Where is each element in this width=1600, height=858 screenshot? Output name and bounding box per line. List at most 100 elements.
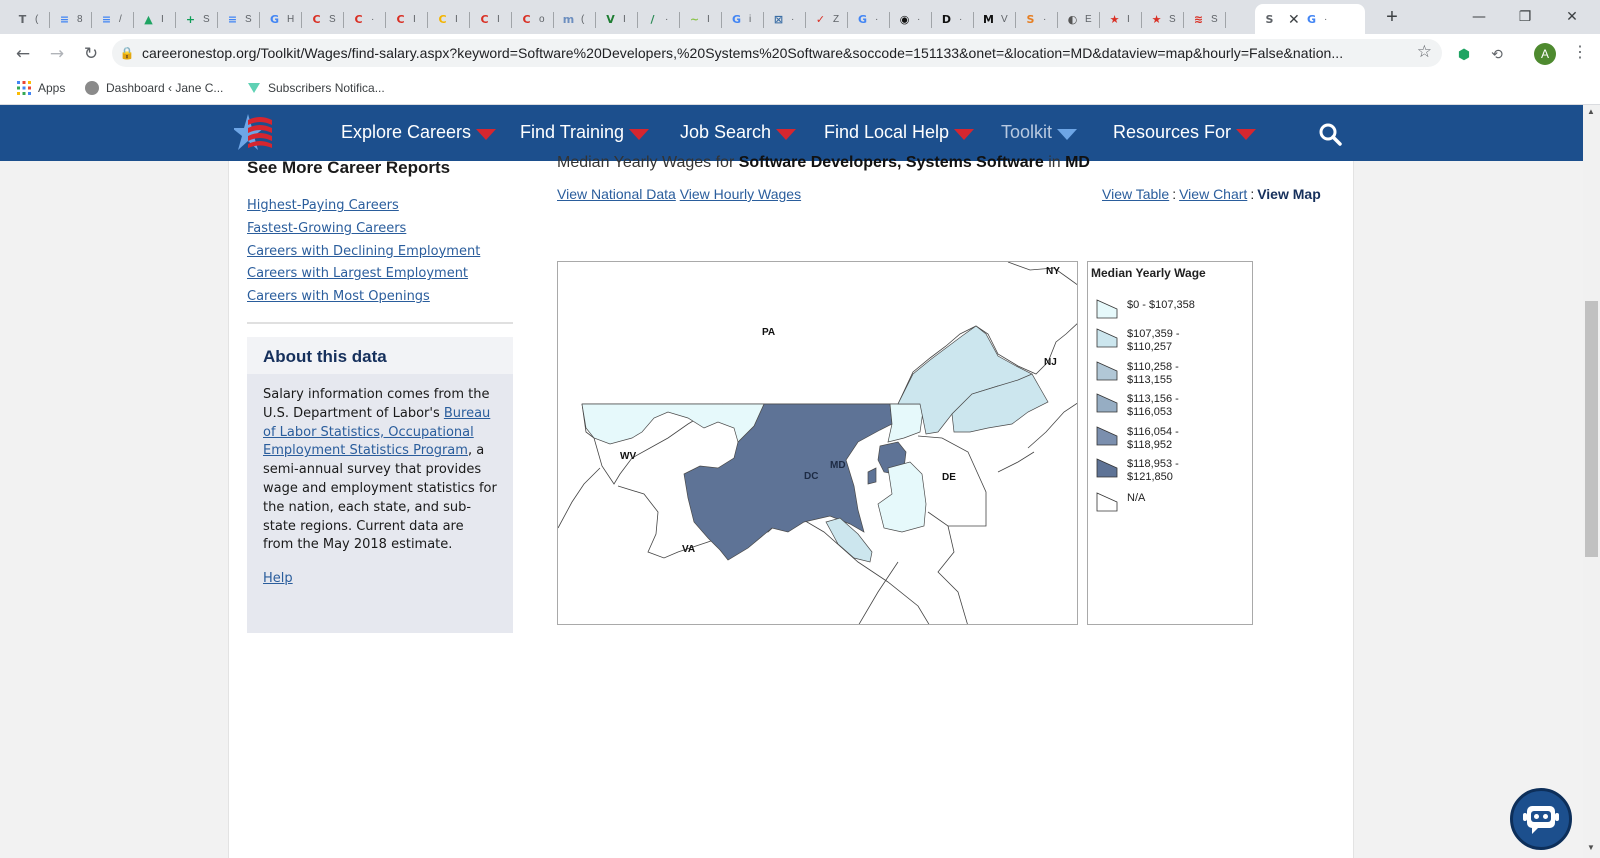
tab-favicon-icon: ⊠ bbox=[773, 12, 784, 26]
tab-19[interactable]: ✓ Z bbox=[806, 4, 848, 34]
tab-title: · bbox=[959, 13, 963, 25]
region-md-small[interactable] bbox=[867, 467, 877, 485]
url-text[interactable]: careeronestop.org/Toolkit/Wages/find-sal… bbox=[142, 45, 1392, 61]
tab-3[interactable]: ▲ I bbox=[134, 4, 176, 34]
link-largest-employment[interactable]: Careers with Largest Employment bbox=[247, 263, 480, 286]
refresh-extension-icon[interactable]: ⟲ bbox=[1487, 44, 1507, 64]
region-md-central[interactable] bbox=[683, 403, 893, 561]
label-wv: WV bbox=[620, 451, 636, 462]
maximize-button[interactable]: ❐ bbox=[1502, 4, 1548, 30]
page-scrollbar[interactable]: ▲ ▼ bbox=[1583, 105, 1600, 858]
tab-title: 8 bbox=[77, 13, 83, 25]
chatbot-button[interactable] bbox=[1510, 788, 1572, 850]
tab-title: S bbox=[329, 13, 336, 25]
back-arrow-icon[interactable]: ← bbox=[10, 41, 36, 67]
bookmark-apps[interactable]: Apps bbox=[16, 80, 65, 96]
tab-title: ( bbox=[581, 13, 585, 25]
wv-south bbox=[558, 467, 601, 529]
tab-9[interactable]: CI bbox=[386, 4, 428, 34]
tab-6[interactable]: GH bbox=[260, 4, 302, 34]
legend-swatch-4 bbox=[1096, 426, 1118, 446]
scroll-thumb[interactable] bbox=[1585, 301, 1598, 557]
reload-icon[interactable]: ↻ bbox=[78, 41, 104, 67]
nav-toolkit[interactable]: Toolkit bbox=[1001, 122, 1078, 143]
view-chart-link[interactable]: View Chart bbox=[1179, 186, 1247, 202]
tab-27[interactable]: ★ S bbox=[1142, 4, 1184, 34]
browser-menu-icon[interactable]: ⋮ bbox=[1572, 42, 1588, 62]
legend-item: $110,258 - $113,155 bbox=[1096, 361, 1179, 387]
search-icon[interactable] bbox=[1318, 122, 1342, 146]
tab-0[interactable]: T( bbox=[8, 4, 50, 34]
tab-12[interactable]: Co bbox=[512, 4, 554, 34]
profile-avatar[interactable]: A bbox=[1534, 43, 1556, 65]
tab-title: o bbox=[539, 13, 545, 25]
tab-23[interactable]: MV bbox=[974, 4, 1016, 34]
tab-title: S bbox=[203, 13, 210, 25]
about-data-box: About this data Salary information comes… bbox=[247, 337, 513, 633]
careeronestop-logo[interactable] bbox=[234, 112, 276, 154]
new-tab-button[interactable]: + bbox=[1380, 5, 1404, 29]
help-link[interactable]: Help bbox=[263, 570, 293, 589]
tab-5[interactable]: ≡ S bbox=[218, 4, 260, 34]
tab-google[interactable]: G · bbox=[1297, 4, 1343, 34]
tab-16[interactable]: ~ I bbox=[680, 4, 722, 34]
tab-8[interactable]: C · bbox=[344, 4, 386, 34]
tab-20[interactable]: G · bbox=[848, 4, 890, 34]
address-bar[interactable]: 🔒 careeronestop.org/Toolkit/Wages/find-s… bbox=[112, 39, 1442, 67]
view-table-link[interactable]: View Table bbox=[1102, 186, 1169, 202]
tab-28[interactable]: ≋ S bbox=[1184, 4, 1226, 34]
tab-24[interactable]: S · bbox=[1016, 4, 1058, 34]
tab-15[interactable]: / · bbox=[638, 4, 680, 34]
tab-title: S bbox=[1211, 13, 1218, 25]
link-declining-employment[interactable]: Careers with Declining Employment bbox=[247, 241, 480, 264]
tab-favicon-icon: ◉ bbox=[899, 12, 910, 26]
tab-21[interactable]: ◉ · bbox=[890, 4, 932, 34]
nav-find-training[interactable]: Find Training bbox=[520, 122, 650, 143]
nav-job-search[interactable]: Job Search bbox=[680, 122, 797, 143]
tab-11[interactable]: CI bbox=[470, 4, 512, 34]
tab-10[interactable]: CI bbox=[428, 4, 470, 34]
tab-favicon-icon: G bbox=[269, 12, 280, 26]
tab-26[interactable]: ★ I bbox=[1100, 4, 1142, 34]
tab-22[interactable]: D · bbox=[932, 4, 974, 34]
forward-arrow-icon[interactable]: → bbox=[44, 41, 70, 67]
tab-7[interactable]: CS bbox=[302, 4, 344, 34]
view-hourly-wages-link[interactable]: View Hourly Wages bbox=[680, 186, 801, 202]
bookmark-subscribers[interactable]: Subscribers Notifica... bbox=[246, 80, 385, 96]
tab-favicon-icon: C bbox=[312, 12, 321, 26]
link-highest-paying[interactable]: Highest-Paying Careers bbox=[247, 195, 480, 218]
minimize-button[interactable]: — bbox=[1456, 4, 1502, 30]
tab-17[interactable]: Gi bbox=[722, 4, 764, 34]
data-view-links: View National Data View Hourly Wages bbox=[557, 186, 801, 202]
tab-favicon-icon: V bbox=[606, 12, 615, 26]
tab-favicon-icon: ≡ bbox=[227, 12, 238, 26]
extension-icon[interactable]: ⬢ bbox=[1454, 44, 1474, 64]
tab-4[interactable]: + S bbox=[176, 4, 218, 34]
map-svg: NY PA NJ WV MD DC DE VA bbox=[558, 262, 1077, 624]
link-most-openings[interactable]: Careers with Most Openings bbox=[247, 286, 480, 309]
nav-explore-careers[interactable]: Explore Careers bbox=[341, 122, 497, 143]
scroll-down-icon[interactable]: ▼ bbox=[1587, 843, 1595, 852]
tab-13[interactable]: m( bbox=[554, 4, 596, 34]
tab-25[interactable]: ◐ E bbox=[1058, 4, 1100, 34]
tab-18[interactable]: ⊠ · bbox=[764, 4, 806, 34]
wage-map[interactable]: NY PA NJ WV MD DC DE VA bbox=[557, 261, 1078, 625]
bookmark-dashboard[interactable]: Dashboard ‹ Jane C... bbox=[84, 80, 223, 96]
nav-find-local-help[interactable]: Find Local Help bbox=[824, 122, 975, 143]
region-wv-panhandle[interactable] bbox=[581, 403, 765, 445]
scroll-up-icon[interactable]: ▲ bbox=[1587, 107, 1595, 116]
tab-1[interactable]: ≡ 8 bbox=[50, 4, 92, 34]
link-fastest-growing[interactable]: Fastest-Growing Careers bbox=[247, 218, 480, 241]
tab-14[interactable]: VI bbox=[596, 4, 638, 34]
chat-robot-icon bbox=[1523, 806, 1559, 834]
tab-title: · bbox=[917, 13, 921, 25]
tab-favicon-icon: ≡ bbox=[101, 12, 112, 26]
bookmark-star-icon[interactable]: ☆ bbox=[1417, 42, 1432, 62]
tab-title: · bbox=[665, 13, 669, 25]
view-national-data-link[interactable]: View National Data bbox=[557, 186, 676, 202]
close-window-button[interactable]: ✕ bbox=[1549, 4, 1595, 30]
nav-resources-for[interactable]: Resources For bbox=[1113, 122, 1257, 143]
tab-2[interactable]: ≡ / bbox=[92, 4, 134, 34]
caret-down-icon bbox=[476, 128, 497, 140]
tab-favicon-icon: / bbox=[650, 12, 655, 26]
